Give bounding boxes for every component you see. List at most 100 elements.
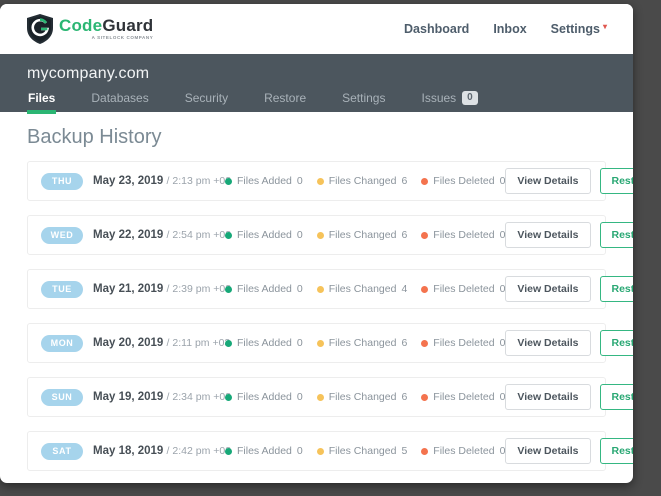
backup-stats: Files Added 0 Files Changed 6 Files Dele… bbox=[225, 175, 505, 187]
row-buttons: View Details Restore Options bbox=[505, 438, 633, 464]
backup-stats: Files Added 0 Files Changed 6 Files Dele… bbox=[225, 391, 505, 403]
green-dot-icon bbox=[225, 285, 232, 293]
row-buttons: View Details Restore Options bbox=[505, 384, 633, 410]
view-details-button[interactable]: View Details bbox=[505, 276, 591, 302]
files-added-value: 0 bbox=[296, 283, 303, 295]
stat-files-deleted: Files Deleted 0 bbox=[421, 283, 505, 295]
stat-files-deleted: Files Deleted 0 bbox=[421, 391, 505, 403]
files-added-value: 0 bbox=[296, 175, 303, 187]
day-pill: WED bbox=[41, 226, 83, 244]
view-details-button[interactable]: View Details bbox=[505, 222, 591, 248]
tab-security[interactable]: Security bbox=[184, 86, 229, 114]
day-pill: SUN bbox=[41, 388, 83, 406]
orange-dot-icon bbox=[421, 231, 429, 239]
view-details-button[interactable]: View Details bbox=[505, 384, 591, 410]
green-dot-icon bbox=[225, 339, 232, 347]
view-details-button[interactable]: View Details bbox=[505, 168, 591, 194]
backup-stats: Files Added 0 Files Changed 4 Files Dele… bbox=[225, 283, 505, 295]
main-content: Backup History THU May 23, 2019 / 2:13 p… bbox=[0, 112, 633, 471]
issues-count-badge: 0 bbox=[462, 91, 478, 105]
yellow-dot-icon bbox=[316, 285, 324, 293]
orange-dot-icon bbox=[421, 447, 429, 455]
tab-files[interactable]: Files bbox=[27, 86, 57, 114]
tab-databases[interactable]: Databases bbox=[90, 86, 149, 114]
day-pill: SAT bbox=[41, 442, 83, 460]
tab-restore[interactable]: Restore bbox=[263, 86, 307, 114]
brand-tagline: A SITELOCK COMPANY bbox=[91, 35, 154, 41]
brand-name-guard: Guard bbox=[102, 16, 154, 36]
view-details-button[interactable]: View Details bbox=[505, 330, 591, 356]
row-buttons: View Details Restore Options bbox=[505, 276, 633, 302]
nav-item-dashboard[interactable]: Dashboard bbox=[404, 22, 469, 36]
brand-name: CodeGuard bbox=[59, 17, 153, 34]
row-buttons: View Details Restore Options bbox=[505, 330, 633, 356]
brand-text: CodeGuard A SITELOCK COMPANY bbox=[59, 17, 153, 41]
stat-files-changed: Files Changed 6 bbox=[316, 175, 408, 187]
backup-stats: Files Added 0 Files Changed 6 Files Dele… bbox=[225, 337, 505, 349]
green-dot-icon bbox=[225, 231, 232, 239]
backup-row: MON May 20, 2019 / 2:11 pm +03 Files Add… bbox=[27, 323, 633, 363]
stat-files-changed: Files Changed 6 bbox=[316, 337, 407, 349]
codeguard-logo[interactable]: CodeGuard A SITELOCK COMPANY bbox=[27, 14, 153, 44]
shield-logo-icon bbox=[27, 14, 53, 44]
stat-files-deleted: Files Deleted 0 bbox=[421, 445, 505, 457]
restore-options-button[interactable]: Restore Options bbox=[599, 168, 633, 194]
tab-issues[interactable]: Issues 0 bbox=[420, 86, 478, 114]
orange-dot-icon bbox=[421, 177, 429, 185]
stat-files-added: Files Added 0 bbox=[225, 229, 303, 241]
stat-files-deleted: Files Deleted 0 bbox=[421, 337, 505, 349]
stat-files-added: Files Added 0 bbox=[225, 391, 303, 403]
site-domain: mycompany.com bbox=[27, 65, 150, 82]
chevron-down-icon: ▾ bbox=[602, 22, 607, 31]
backup-stats: Files Added 0 Files Changed 5 Files Dele… bbox=[225, 445, 505, 457]
site-tabs: Files Databases Security Restore Setting… bbox=[27, 86, 606, 114]
green-dot-icon bbox=[225, 447, 232, 455]
restore-options-button[interactable]: Restore Options bbox=[599, 330, 633, 356]
orange-dot-icon bbox=[421, 285, 429, 293]
backup-row: SUN May 19, 2019 / 2:34 pm +03 Files Add… bbox=[27, 377, 633, 417]
backup-row: SAT May 18, 2019 / 2:42 pm +03 Files Add… bbox=[27, 431, 633, 471]
stat-files-deleted: Files Deleted 0 bbox=[421, 229, 505, 241]
page-title: Backup History bbox=[27, 126, 162, 148]
restore-options-button[interactable]: Restore Options bbox=[599, 384, 633, 410]
backup-date: May 21, 2019 / 2:39 pm +03 bbox=[93, 283, 232, 295]
stat-files-changed: Files Changed 6 bbox=[316, 229, 407, 241]
nav-item-settings[interactable]: Settings ▾ bbox=[551, 22, 607, 36]
app-window: CodeGuard A SITELOCK COMPANY Dashboard I… bbox=[0, 4, 633, 483]
restore-options-button[interactable]: Restore Options bbox=[599, 438, 633, 464]
stat-files-added: Files Added 0 bbox=[225, 337, 303, 349]
stat-files-changed: Files Changed 5 bbox=[316, 445, 407, 457]
backup-date: May 20, 2019 / 2:11 pm +03 bbox=[93, 337, 231, 349]
backup-row: THU May 23, 2019 / 2:13 pm +03 Files Add… bbox=[27, 161, 633, 201]
stat-files-added: Files Added 0 bbox=[225, 283, 303, 295]
tab-settings[interactable]: Settings bbox=[341, 86, 386, 114]
brand-name-code: Code bbox=[59, 16, 103, 36]
stat-files-changed: Files Changed 4 bbox=[316, 283, 407, 295]
restore-options-button[interactable]: Restore Options bbox=[599, 222, 633, 248]
row-buttons: View Details Restore Options bbox=[505, 222, 633, 248]
backup-date: May 23, 2019 / 2:13 pm +03 bbox=[93, 175, 232, 187]
yellow-dot-icon bbox=[316, 393, 324, 401]
top-header: CodeGuard A SITELOCK COMPANY Dashboard I… bbox=[0, 4, 633, 54]
yellow-dot-icon bbox=[316, 447, 324, 455]
nav-item-inbox[interactable]: Inbox bbox=[493, 22, 526, 36]
stat-files-added: Files Added 0 bbox=[225, 445, 303, 457]
files-added-value: 0 bbox=[296, 445, 303, 457]
site-bar: mycompany.com Files Databases Security R… bbox=[0, 54, 633, 114]
day-pill: MON bbox=[41, 334, 83, 352]
backup-row: TUE May 21, 2019 / 2:39 pm +03 Files Add… bbox=[27, 269, 633, 309]
backup-date: May 18, 2019 / 2:42 pm +03 bbox=[93, 445, 232, 457]
stat-files-deleted: Files Deleted 0 bbox=[421, 175, 505, 187]
stat-files-changed: Files Changed 6 bbox=[316, 391, 408, 403]
files-added-value: 0 bbox=[296, 391, 303, 403]
stat-files-added: Files Added 0 bbox=[225, 175, 303, 187]
backup-stats: Files Added 0 Files Changed 6 Files Dele… bbox=[225, 229, 505, 241]
view-details-button[interactable]: View Details bbox=[505, 438, 591, 464]
restore-options-button[interactable]: Restore Options bbox=[599, 276, 633, 302]
orange-dot-icon bbox=[421, 339, 429, 347]
files-changed-value: 6 bbox=[401, 175, 408, 187]
yellow-dot-icon bbox=[316, 231, 324, 239]
files-added-value: 0 bbox=[296, 229, 303, 241]
files-changed-value: 6 bbox=[401, 391, 408, 403]
yellow-dot-icon bbox=[316, 177, 324, 185]
